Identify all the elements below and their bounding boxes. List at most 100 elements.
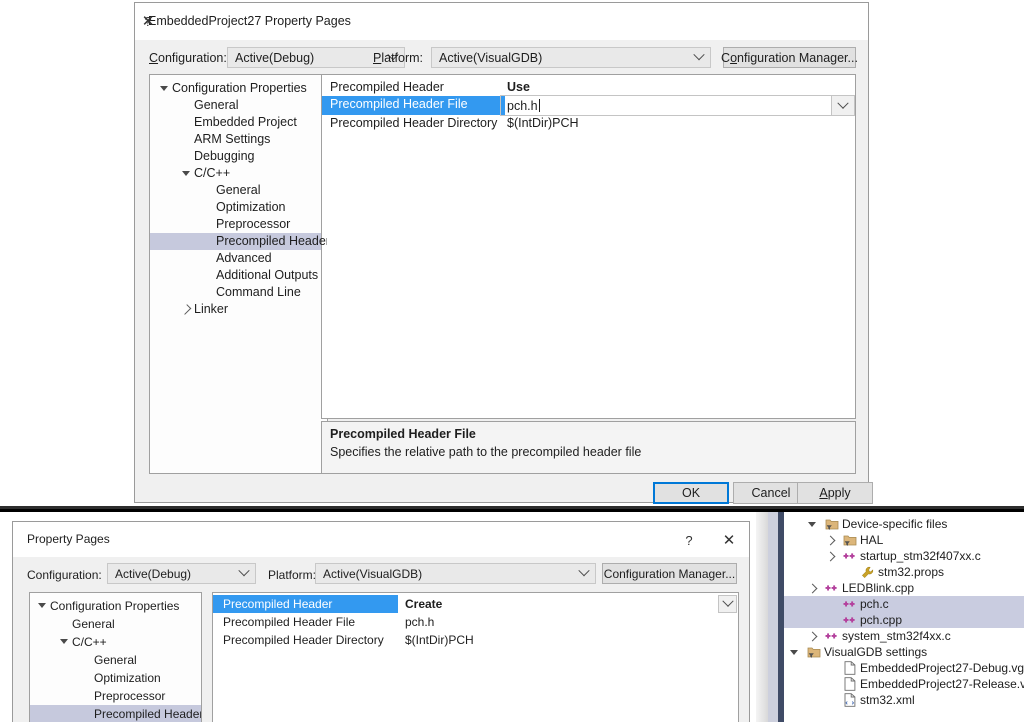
tree-item-embedded-project[interactable]: Embedded Project	[150, 114, 327, 131]
tree-item-general[interactable]: General	[30, 651, 201, 669]
solution-explorer-item[interactable]: system_stm32f4xx.c	[784, 628, 1024, 644]
solution-explorer-item[interactable]: stm32.xml	[784, 692, 1024, 708]
solution-explorer-item[interactable]: pch.cpp	[784, 612, 1024, 628]
property-row[interactable]: Precompiled Header Use	[322, 79, 855, 96]
tree-item-preprocessor[interactable]: Preprocessor	[150, 216, 327, 233]
apply-button[interactable]: Apply	[797, 482, 873, 504]
tree-item-general[interactable]: General	[150, 97, 327, 114]
tree-item-debugging[interactable]: Debugging	[150, 148, 327, 165]
solution-explorer[interactable]: Device-specific files HAL startup_stm32f40…	[784, 512, 1024, 722]
expander-open-icon[interactable]	[159, 80, 169, 97]
description-body: Specifies the relative path to the preco…	[330, 445, 642, 459]
category-tree-bottom[interactable]: Configuration Properties General C/C++ Gene…	[29, 592, 202, 722]
expander-closed-icon[interactable]	[807, 580, 817, 596]
folder-filter-icon	[824, 516, 839, 532]
tree-item-configuration-properties[interactable]: Configuration Properties	[150, 80, 327, 97]
expander-open-icon[interactable]	[789, 644, 799, 660]
tree-item-command-line[interactable]: Command Line	[150, 284, 327, 301]
solution-explorer-item-label: pch.cpp	[860, 613, 903, 627]
property-pages-dialog-bottom: Property Pages ? ✕ Configuration: Active…	[12, 521, 750, 722]
solution-explorer-item-label: Device-specific files	[842, 517, 948, 531]
property-name[interactable]: Precompiled Header Directory	[213, 631, 398, 649]
help-icon[interactable]: ?	[676, 528, 702, 552]
property-name[interactable]: Precompiled Header File	[213, 613, 398, 631]
value-dropdown-button[interactable]	[718, 595, 737, 613]
category-tree-top[interactable]: Configuration Properties General Embedded …	[149, 74, 328, 474]
tree-item-precompiled-headers[interactable]: Precompiled Headers	[30, 705, 201, 722]
solution-explorer-item-label: stm32.props	[878, 565, 945, 579]
solution-explorer-item[interactable]: startup_stm32f407xx.c	[784, 548, 1024, 564]
expander-closed-icon[interactable]	[180, 301, 192, 318]
tree-item-label: Additional Outputs	[216, 268, 319, 282]
tree-item-c-c[interactable]: C/C++	[150, 165, 327, 182]
tree-item-c-c[interactable]: C/C++	[30, 633, 201, 651]
property-grid-top[interactable]: Precompiled Header Use Precompiled Header …	[321, 74, 856, 419]
configuration-manager-button-bottom[interactable]: Configuration Manager...	[602, 563, 737, 584]
configuration-value: Active(Debug)	[235, 50, 315, 65]
folder-filter-icon	[806, 644, 821, 660]
tree-item-optimization[interactable]: Optimization	[150, 199, 327, 216]
tree-item-linker[interactable]: Linker	[150, 301, 327, 318]
property-row[interactable]: Precompiled Header File pch.h	[213, 613, 738, 631]
solution-explorer-item[interactable]: HAL	[784, 532, 1024, 548]
c-file-icon	[843, 552, 855, 558]
close-icon[interactable]: ✕	[716, 528, 742, 552]
solution-explorer-item-label: HAL	[860, 533, 884, 547]
configuration-value-bottom: Active(Debug)	[115, 566, 192, 581]
tree-item-arm-settings[interactable]: ARM Settings	[150, 131, 327, 148]
tree-item-optimization[interactable]: Optimization	[30, 669, 201, 687]
chevron-down-icon	[577, 565, 590, 579]
property-name[interactable]: Precompiled Header	[213, 595, 398, 613]
property-value[interactable]: Create	[398, 595, 738, 613]
expander-open-icon[interactable]	[59, 633, 69, 650]
property-row[interactable]: Precompiled Header Directory $(IntDir)PCH	[213, 631, 738, 649]
platform-value: Active(VisualGDB)	[439, 50, 543, 65]
editor-edge-strip	[756, 512, 768, 722]
platform-combo-bottom[interactable]: Active(VisualGDB)	[315, 563, 596, 584]
tree-item-precompiled-headers[interactable]: Precompiled Headers	[150, 233, 327, 250]
ok-button[interactable]: OK	[653, 482, 729, 504]
property-row[interactable]: Precompiled Header Create	[213, 595, 738, 613]
expander-open-icon[interactable]	[181, 165, 191, 182]
property-name[interactable]: Precompiled Header	[322, 79, 500, 96]
expander-open-icon[interactable]	[807, 516, 817, 532]
platform-combo[interactable]: Active(VisualGDB)	[431, 47, 711, 68]
tree-item-preprocessor[interactable]: Preprocessor	[30, 687, 201, 705]
configuration-manager-button[interactable]: Configuration Manager...	[721, 47, 858, 68]
property-row[interactable]: Precompiled Header Directory $(IntDir)PCH	[322, 115, 855, 132]
close-icon[interactable]: ✕	[135, 9, 161, 33]
tree-item-label: Debugging	[194, 149, 255, 163]
solution-explorer-item[interactable]: stm32.props	[784, 564, 1024, 580]
solution-explorer-item[interactable]: EmbeddedProject27-Release.vgdb	[784, 676, 1024, 692]
document-icon	[844, 661, 855, 675]
property-name[interactable]: Precompiled Header Directory	[322, 115, 500, 132]
expander-closed-icon[interactable]	[807, 628, 817, 644]
window-divider	[0, 509, 1024, 512]
tree-item-configuration-properties[interactable]: Configuration Properties	[30, 597, 201, 615]
category-tree-list: Configuration Properties General Embedded …	[150, 80, 327, 318]
property-name[interactable]: Precompiled Header File	[322, 96, 500, 115]
property-value-editor[interactable]: pch.h	[500, 95, 855, 116]
vertical-scrollbar-track[interactable]	[768, 512, 778, 722]
document-icon	[842, 660, 857, 676]
tree-item-additional-outputs[interactable]: Additional Outputs	[150, 267, 327, 284]
solution-explorer-item[interactable]: Device-specific files	[784, 516, 1024, 532]
property-value[interactable]: $(IntDir)PCH	[500, 115, 855, 132]
tree-item-general[interactable]: General	[30, 615, 201, 633]
expander-closed-icon[interactable]	[825, 548, 835, 564]
property-row[interactable]: Precompiled Header File pch.h	[322, 95, 855, 116]
configuration-combo-bottom[interactable]: Active(Debug)	[107, 563, 256, 584]
tree-item-general[interactable]: General	[150, 182, 327, 199]
property-value[interactable]: $(IntDir)PCH	[398, 631, 738, 649]
solution-explorer-item[interactable]: pch.c	[784, 596, 1024, 612]
expander-open-icon[interactable]	[37, 597, 47, 614]
value-dropdown-button[interactable]	[831, 96, 854, 115]
solution-explorer-item[interactable]: EmbeddedProject27-Debug.vgdb	[784, 660, 1024, 676]
tree-item-advanced[interactable]: Advanced	[150, 250, 327, 267]
property-grid-bottom[interactable]: Precompiled Header Create Precompiled Head…	[212, 592, 739, 722]
solution-explorer-item[interactable]: LEDBlink.cpp	[784, 580, 1024, 596]
expander-closed-icon[interactable]	[825, 532, 835, 548]
property-value[interactable]: Use	[500, 79, 855, 96]
solution-explorer-item[interactable]: VisualGDB settings	[784, 644, 1024, 660]
property-value[interactable]: pch.h	[398, 613, 738, 631]
